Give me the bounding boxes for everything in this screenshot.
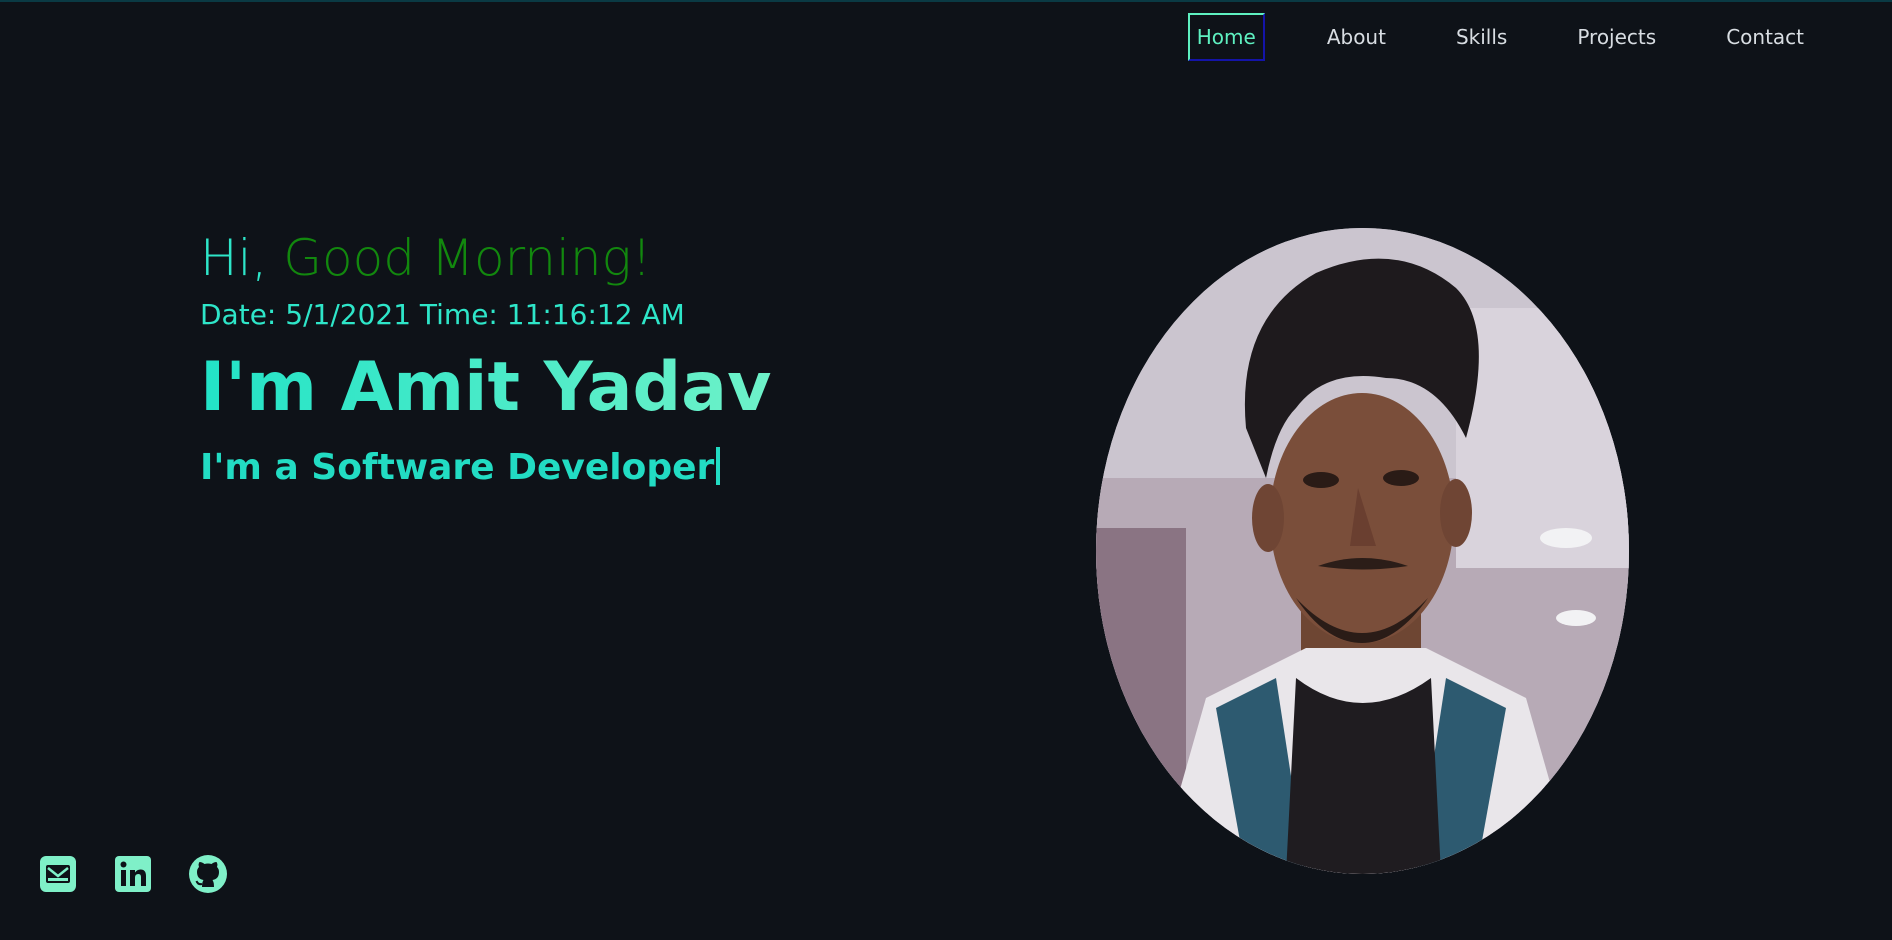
date-time: Date: 5/1/2021 Time: 11:16:12 AM (200, 298, 685, 331)
profile-photo (1096, 228, 1629, 874)
nav-about[interactable]: About (1319, 13, 1394, 61)
envelope-icon[interactable] (38, 854, 78, 894)
social-links (38, 854, 263, 894)
nav-projects[interactable]: Projects (1569, 13, 1664, 61)
top-nav: Home About Skills Projects Contact (1187, 12, 1812, 62)
hero-section: Hi, Good Morning! Date: 5/1/2021 Time: 1… (200, 228, 900, 490)
role-text: I'm a Software Developer (200, 447, 715, 488)
profile-photo-image (1096, 228, 1629, 874)
hero-role: I'm a Software Developer (200, 446, 900, 490)
linkedin-icon[interactable] (113, 854, 153, 894)
hero-name: I'm Amit Yadav (200, 348, 900, 428)
nav-skills[interactable]: Skills (1448, 13, 1515, 61)
greeting: Hi, Good Morning! (200, 228, 900, 288)
typing-cursor (716, 447, 721, 485)
nav-contact[interactable]: Contact (1718, 13, 1812, 61)
nav-home[interactable]: Home (1187, 13, 1265, 61)
page: Home About Skills Projects Contact Hi, G… (0, 0, 1892, 940)
greeting-wish: Good Morning! (283, 229, 652, 287)
github-icon[interactable] (188, 854, 228, 894)
greeting-prefix: Hi, (200, 229, 268, 287)
